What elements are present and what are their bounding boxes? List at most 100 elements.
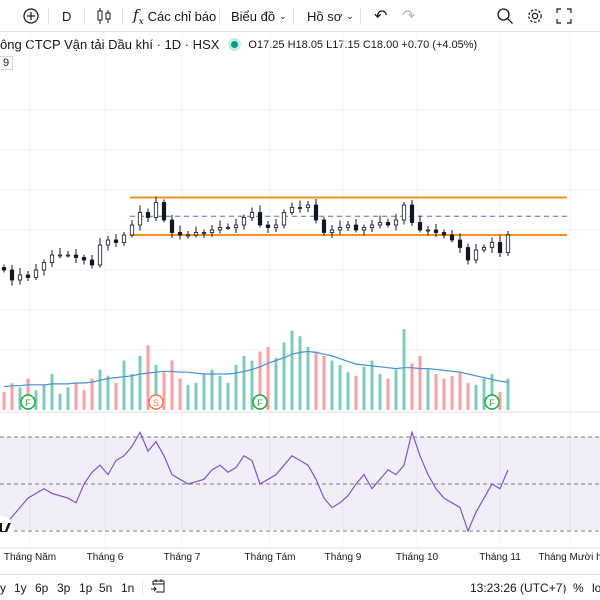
candle-body [193,232,199,236]
volume-bar [194,383,198,410]
range-5n-button[interactable]: 5n [99,581,112,595]
volume-bar [50,374,54,410]
candle-body [265,224,271,228]
candle-body [497,242,503,253]
candle-body [185,234,191,237]
volume-bar [378,374,382,410]
volume-bar [394,369,398,410]
range-3p-button[interactable]: 3p [57,581,70,595]
dividend-event-label: F [489,398,495,408]
candle-body [25,274,31,278]
volume-bar [274,357,278,410]
candle-body [65,254,71,257]
volume-bar [290,330,294,410]
candle-body [209,229,215,233]
candle-body [273,224,279,228]
candle-body [73,254,79,258]
volume-bar [74,383,78,410]
volume-bar [322,356,326,410]
volume-bar [202,374,206,410]
candle-body [449,234,455,241]
volume-bar [450,375,454,410]
time-axis[interactable]: Tháng Năm Tháng 6 Tháng 7 Tháng Tám Tháng 9 T… [0,552,600,568]
candle-body [457,239,463,248]
volume-bar [226,383,230,410]
candle-body [297,207,303,209]
time-axis-label: Tháng Mười h [538,552,600,563]
volume-bar [10,383,14,410]
candle-body [433,229,439,233]
volume-bar [106,375,110,410]
candle-body [505,234,511,253]
clock-timezone[interactable]: 13:23:26 (UTC+7) [470,581,566,595]
candle-body [385,222,391,226]
candle-body [217,227,223,231]
volume-bar [90,378,94,410]
chart-canvas[interactable]: FSFF [0,0,600,552]
candle-body [233,224,239,228]
candle-body [97,244,103,266]
candle-body [337,227,343,231]
candle-body [161,202,167,221]
volume-bar [282,342,286,410]
candle-body [17,274,23,281]
candle-body [289,207,295,213]
volume-bar [418,356,422,410]
candle-body [129,224,135,236]
range-button[interactable]: y [0,581,6,595]
range-1p-button[interactable]: 1p [79,581,92,595]
volume-bar [138,356,142,410]
candle-body [305,204,311,208]
split-event-label: S [153,398,159,408]
percent-scale-button[interactable]: % [573,581,584,595]
volume-bar [306,347,310,410]
range-1y-button[interactable]: 1y [14,581,27,595]
time-axis-label: Tháng 9 [324,552,362,563]
candle-body [169,219,175,233]
volume-bar [426,369,430,410]
dividend-event-label: F [25,398,31,408]
candle-body [377,222,383,226]
candle-body [417,222,423,231]
time-axis-label: Tháng Tám [244,552,296,563]
candle-body [329,229,335,233]
candle-body [369,224,375,228]
volume-bar [330,360,334,410]
range-6p-button[interactable]: 6p [35,581,48,595]
volume-bar [82,390,86,410]
volume-bar [362,366,366,410]
volume-bar [346,372,350,410]
candle-body [145,212,151,218]
log-scale-button[interactable]: lo [592,581,600,595]
volume-ma-line [3,350,509,388]
candle-body [481,247,487,251]
volume-bar [130,374,134,410]
volume-bar [474,384,478,410]
candle-body [313,204,319,221]
volume-bar [218,375,222,410]
volume-bar [186,384,190,410]
candle-body [105,239,111,246]
volume-bar [370,360,374,410]
candle-body [409,204,415,223]
volume-bar [42,384,46,410]
time-axis-label: Tháng 7 [163,552,201,563]
volume-bar [354,375,358,410]
candle-body [473,249,479,261]
volume-bar [234,365,238,410]
goto-date-button[interactable] [150,578,166,597]
volume-bar [442,378,446,410]
candle-body [41,262,47,271]
time-axis-label: Tháng 11 [479,552,521,563]
candle-body [425,229,431,232]
candle-body [345,224,351,228]
candle-body [121,234,127,243]
range-1n-button[interactable]: 1n [121,581,134,595]
candle-body [441,232,447,236]
volume-bar [98,369,102,410]
candle-body [153,202,159,218]
volume-bar [338,365,342,410]
candle-body [281,212,287,226]
candle-body [49,254,55,263]
volume-bar [434,374,438,410]
